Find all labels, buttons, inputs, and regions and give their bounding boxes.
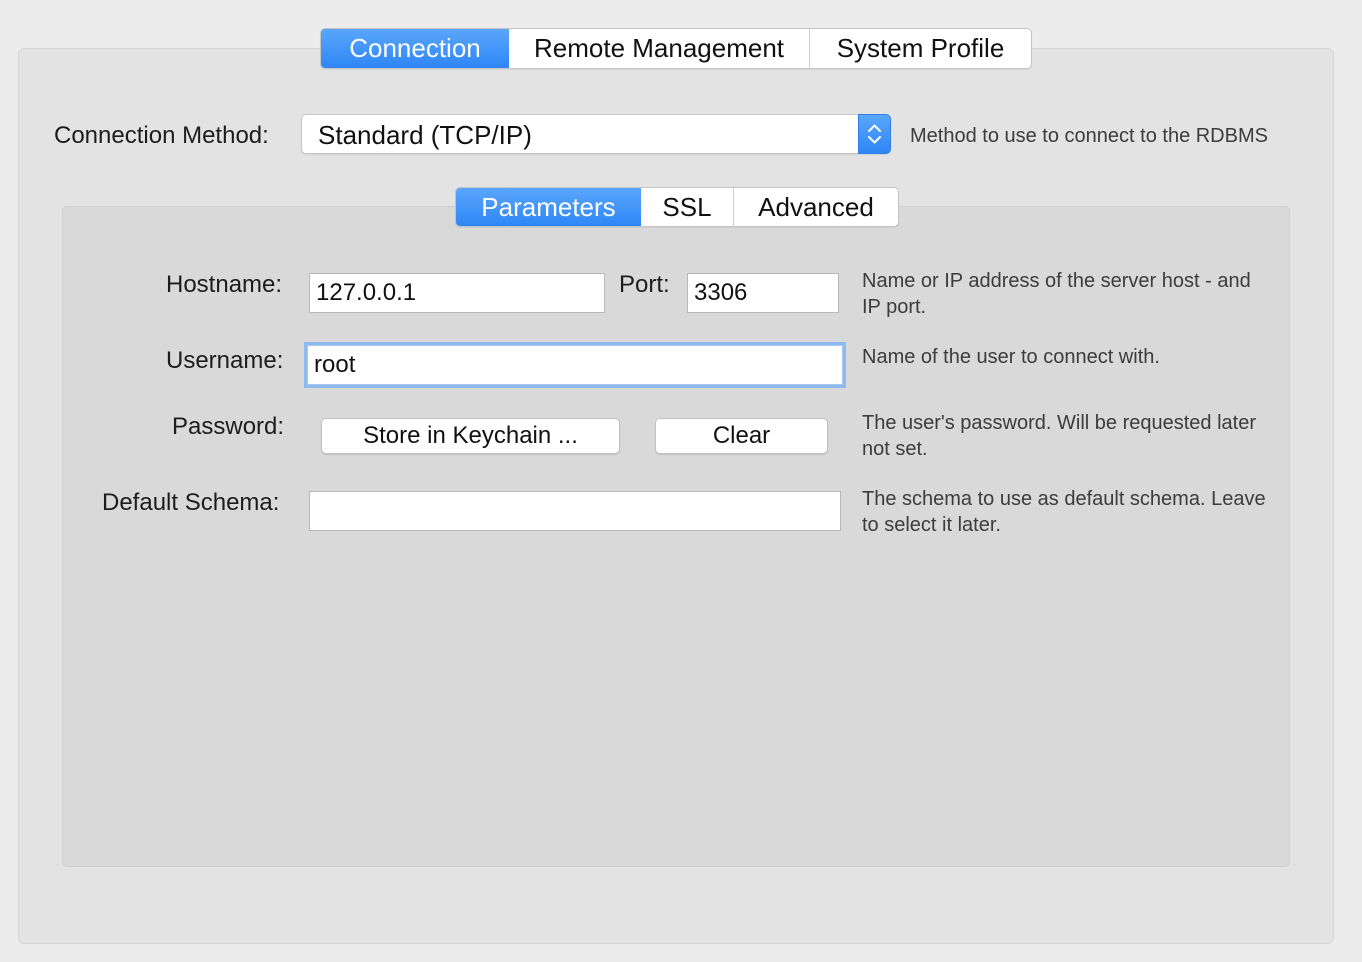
sub-tab-bar: Parameters SSL Advanced [455, 187, 899, 227]
tab-ssl[interactable]: SSL [641, 188, 733, 226]
default-schema-input[interactable] [309, 491, 841, 531]
port-label: Port: [619, 271, 670, 298]
tab-advanced[interactable]: Advanced [733, 188, 898, 226]
connection-method-value: Standard (TCP/IP) [318, 120, 532, 150]
tab-parameters[interactable]: Parameters [456, 188, 641, 226]
hostname-label: Hostname: [166, 271, 283, 298]
store-in-keychain-button[interactable]: Store in Keychain ... [321, 418, 620, 454]
username-label: Username: [166, 347, 284, 374]
connection-method-label: Connection Method: [54, 122, 269, 149]
port-input[interactable] [687, 273, 839, 313]
chevron-up-down-icon[interactable] [858, 114, 891, 154]
connection-method-select[interactable]: Standard (TCP/IP) [301, 114, 891, 154]
top-tab-bar: Connection Remote Management System Prof… [320, 28, 1032, 69]
default-schema-hint-line2: to select it later. [862, 514, 1001, 536]
hostname-hint-line1: Name or IP address of the server host - … [862, 270, 1251, 292]
password-label: Password: [172, 413, 285, 440]
hostname-input[interactable] [309, 273, 605, 313]
default-schema-hint-line1: The schema to use as default schema. Lea… [862, 488, 1266, 510]
tab-connection[interactable]: Connection [321, 29, 509, 68]
password-hint-line1: The user's password. Will be requested l… [862, 412, 1256, 434]
clear-password-button[interactable]: Clear [655, 418, 828, 454]
tab-system-profile[interactable]: System Profile [809, 29, 1031, 68]
username-hint: Name of the user to connect with. [862, 346, 1160, 368]
password-hint-line2: not set. [862, 438, 928, 460]
username-input[interactable] [307, 345, 843, 385]
tab-remote-management[interactable]: Remote Management [509, 29, 809, 68]
hostname-hint-line2: IP port. [862, 296, 927, 318]
connection-method-hint: Method to use to connect to the RDBMS [910, 125, 1268, 147]
default-schema-label: Default Schema: [102, 489, 280, 516]
